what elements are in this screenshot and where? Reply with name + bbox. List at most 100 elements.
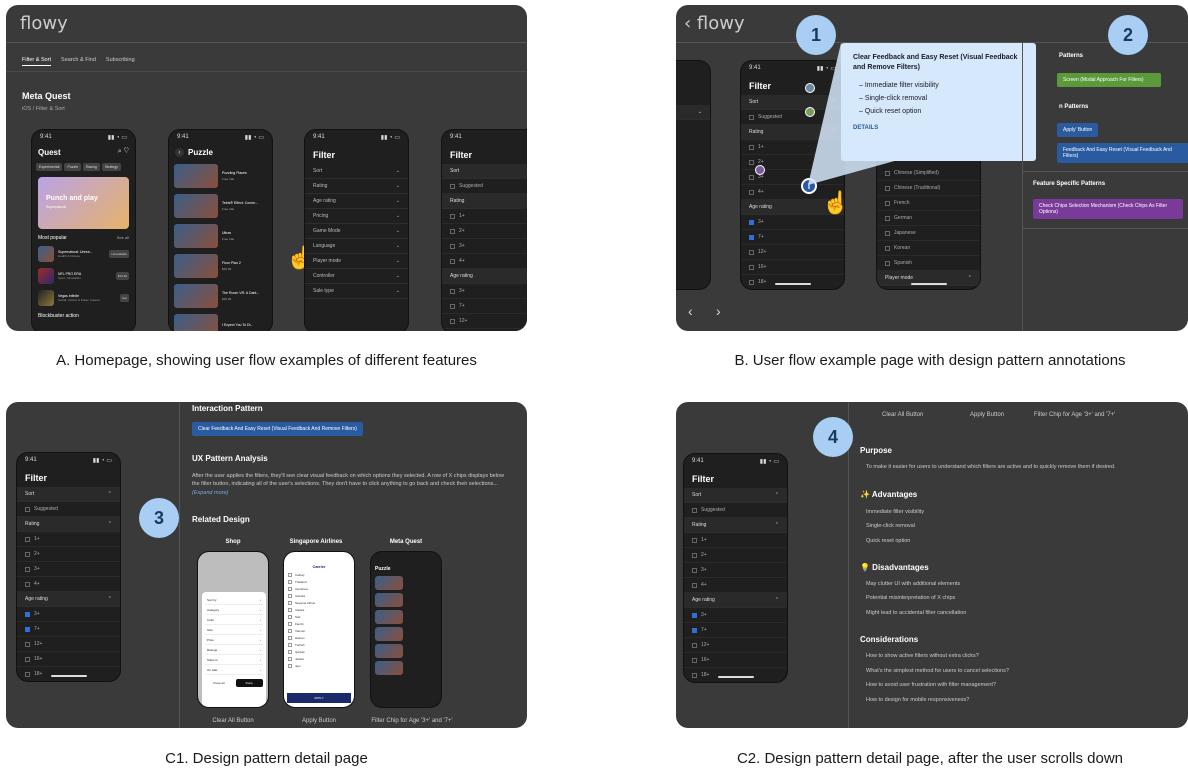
filter-option[interactable]: 4+ <box>684 578 787 593</box>
filter-row[interactable]: Pricing ⌄ <box>305 209 408 224</box>
shop-filter-row[interactable]: Color › <box>205 615 263 625</box>
filter-row[interactable]: Age rating ⌄ <box>305 194 408 209</box>
item-action[interactable]: $14.99 <box>115 272 129 280</box>
checkbox[interactable] <box>692 642 697 648</box>
checkbox[interactable] <box>288 586 292 591</box>
filter-option[interactable]: 7+ <box>17 622 120 637</box>
checkbox[interactable] <box>25 566 30 572</box>
checkbox[interactable] <box>288 628 292 633</box>
checkbox[interactable] <box>288 663 292 668</box>
back-icon[interactable]: ‹ <box>175 148 184 157</box>
filter-option[interactable]: 1+ <box>17 532 120 547</box>
annotation-tooltip[interactable]: Clear Feedback and Easy Reset (Visual Fe… <box>841 43 1036 161</box>
filter-option[interactable]: 2+ <box>684 548 787 563</box>
expand-link[interactable]: (Expand more) <box>192 490 228 496</box>
item-action[interactable]: Unavailable <box>109 250 129 258</box>
list-item[interactable]: Tetris® Effect: Conne... Free trial <box>169 191 272 221</box>
shop-filter-row[interactable]: Ships to › <box>205 655 263 665</box>
list-item[interactable]: The Room VR: A Dark... $29.99 <box>169 281 272 311</box>
checkbox[interactable] <box>25 671 30 677</box>
carrier-option[interactable]: Jeju <box>288 662 350 669</box>
filter-section-header[interactable]: Rating⌃ <box>684 518 787 533</box>
filter-row[interactable]: Controller ⌄ <box>305 269 408 284</box>
checkbox[interactable] <box>450 183 455 189</box>
related-phone-shop[interactable]: Sort by › Category › Color › Size › Price › Rating… <box>197 551 269 708</box>
filter-option[interactable]: 7+ <box>684 623 787 638</box>
tab-subscribing[interactable]: Subscribing <box>106 57 135 66</box>
checkbox[interactable] <box>288 642 292 647</box>
app-logo[interactable]: flowy <box>20 13 68 34</box>
done-button[interactable]: Done <box>235 679 263 687</box>
filter-option[interactable]: 16+ <box>442 329 527 331</box>
checkbox[interactable] <box>288 614 292 619</box>
filter-option[interactable]: 2+ <box>442 224 527 239</box>
filter-option[interactable]: Suggested <box>684 503 787 518</box>
carrier-option[interactable]: Vistara <box>288 606 350 613</box>
filter-option[interactable]: 3+ <box>17 607 120 622</box>
phone-filter-c1[interactable]: 9:41 ▮▮ ◔ ▭ Filter Sort ⌃ Suggested Rating ⌃ 1… <box>16 452 121 682</box>
chip-puzzle[interactable]: Puzzle <box>64 163 81 171</box>
filter-option[interactable]: 3+ <box>442 239 527 254</box>
checkbox[interactable] <box>288 621 292 626</box>
search-icon[interactable]: ⌕ ♡ <box>118 148 129 157</box>
checkbox[interactable] <box>288 593 292 598</box>
filter-option[interactable]: 4+ <box>17 577 120 592</box>
filter-option[interactable]: 12+ <box>442 314 527 329</box>
filter-option[interactable]: 7+ <box>442 299 527 314</box>
filter-option[interactable]: 1+ <box>684 533 787 548</box>
filter-option[interactable]: 3+ <box>684 608 787 623</box>
filter-section-header[interactable]: Age rating⌃ <box>17 592 120 607</box>
carrier-option[interactable]: Family <box>288 620 350 627</box>
checkbox[interactable] <box>25 536 30 542</box>
filter-section-header[interactable]: Age rating⌃ <box>442 269 527 284</box>
see-all-link[interactable]: See all <box>117 235 129 241</box>
filter-row[interactable]: Game Mode ⌄ <box>305 224 408 239</box>
shop-filter-row[interactable]: On sale › <box>205 665 263 675</box>
filter-section-header[interactable]: Sort⌃ <box>442 164 527 179</box>
checkbox[interactable] <box>450 243 455 249</box>
chip-strategy[interactable]: Strategy <box>101 163 121 171</box>
interaction-chip[interactable]: Clear Feedback And Easy Reset (Visual Fe… <box>192 422 363 436</box>
checkbox[interactable] <box>288 572 292 577</box>
checkbox[interactable] <box>288 607 292 612</box>
checkbox[interactable] <box>25 641 30 647</box>
carrier-option[interactable]: Star <box>288 613 350 620</box>
carrier-option[interactable]: Garuda <box>288 592 350 599</box>
carrier-option[interactable]: Thailand <box>288 578 350 585</box>
checkbox[interactable] <box>692 612 697 618</box>
checkbox[interactable] <box>692 627 697 633</box>
checkbox[interactable] <box>25 506 30 512</box>
checkbox[interactable] <box>692 657 697 663</box>
clear-all-button[interactable]: Close all <box>205 679 233 687</box>
filter-option[interactable]: 16+ <box>684 653 787 668</box>
checkbox[interactable] <box>450 288 455 294</box>
filter-row[interactable]: Sale type ⌄ <box>305 284 408 299</box>
phone-puzzle[interactable]: 9:41 ▮▮ ◔ ▭ ‹ Puzzle Puzzling Places Free … <box>168 129 273 331</box>
filter-row[interactable]: Rating ⌄ <box>305 179 408 194</box>
list-item[interactable]: Ultrax Free trial <box>169 221 272 251</box>
carrier-option[interactable]: Cathay <box>288 571 350 578</box>
filter-section-header[interactable]: Rating⌃ <box>17 517 120 532</box>
filter-row[interactable]: Language ⌄ <box>305 239 408 254</box>
checkbox[interactable] <box>288 649 292 654</box>
checkbox[interactable] <box>692 537 697 543</box>
list-item[interactable]: Supernatural: Unrea... Health & Fitness U… <box>32 243 135 265</box>
checkbox[interactable] <box>25 581 30 587</box>
shop-filter-row[interactable]: Size › <box>205 625 263 635</box>
shop-filter-row[interactable]: Ratings › <box>205 645 263 655</box>
apply-button[interactable]: APPLY <box>287 693 351 703</box>
tab-search-find[interactable]: Search & Find <box>61 57 96 66</box>
list-item[interactable]: I Expect You To Di... <box>169 311 272 331</box>
checkbox[interactable] <box>288 600 292 605</box>
filter-row[interactable]: Sort ⌄ <box>305 164 408 179</box>
carrier-option[interactable]: Aerolinea <box>288 585 350 592</box>
checkbox[interactable] <box>25 656 30 662</box>
filter-section-header[interactable]: Sort⌃ <box>684 488 787 503</box>
filter-section-header[interactable]: Rating⌃ <box>442 194 527 209</box>
pattern-chip-modal[interactable]: Screen (Modal Approach For Filters) <box>1057 73 1161 87</box>
checkbox[interactable] <box>25 611 30 617</box>
filter-option[interactable]: 16+ <box>17 652 120 667</box>
phone-filter-expanded[interactable]: 9:41 Filter Sort⌃ Suggested Rating⌃ 1+ 2+ 3+ 4… <box>441 129 527 331</box>
checkbox[interactable] <box>692 582 697 588</box>
checkbox[interactable] <box>450 303 455 309</box>
